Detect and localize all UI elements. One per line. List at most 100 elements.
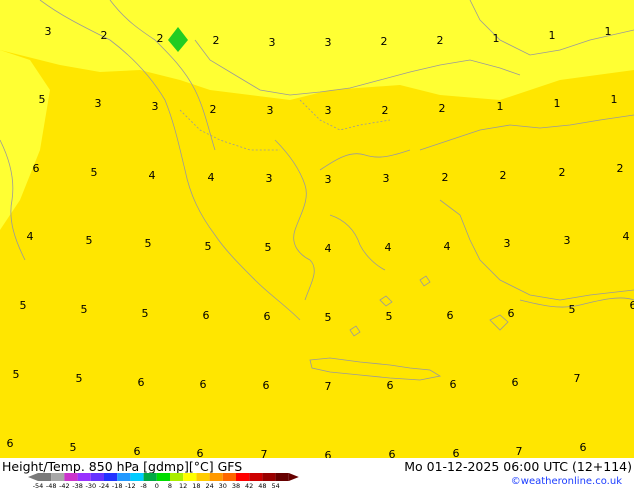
legend-tick-label: 18 xyxy=(192,482,200,490)
value-label: 6 xyxy=(134,445,141,458)
value-label: 6 xyxy=(7,437,14,450)
map-footer: Height/Temp. 850 hPa [gdmp][°C] GFS Mo 0… xyxy=(0,458,634,490)
value-label: 4 xyxy=(623,230,630,243)
legend-tick-label: -30 xyxy=(85,482,96,490)
value-label: 4 xyxy=(444,240,451,253)
value-label: 6 xyxy=(387,379,394,392)
legend-swatch xyxy=(249,473,263,481)
value-label: 1 xyxy=(493,32,500,45)
legend-tick-label: 38 xyxy=(232,482,240,490)
value-label: 3 xyxy=(504,237,511,250)
value-label: 6 xyxy=(263,379,270,392)
value-label: 7 xyxy=(516,445,523,458)
value-label: 2 xyxy=(157,32,164,45)
value-label: 5 xyxy=(205,240,212,253)
map-datetime: Mo 01-12-2025 06:00 UTC (12+114) xyxy=(404,459,632,474)
legend-swatch xyxy=(275,473,289,481)
legend-swatch xyxy=(183,473,197,481)
legend-swatch xyxy=(77,473,91,481)
value-label: 5 xyxy=(325,311,332,324)
legend-tick-label: 24 xyxy=(205,482,213,490)
legend-swatch xyxy=(170,473,184,481)
legend-tick-label: 0 xyxy=(155,482,159,490)
value-label: 6 xyxy=(325,449,332,458)
legend-arrow-left xyxy=(28,473,38,481)
legend-swatch xyxy=(143,473,157,481)
value-label: 3 xyxy=(325,36,332,49)
legend-tick-label: -18 xyxy=(112,482,123,490)
legend-swatch xyxy=(90,473,104,481)
value-label: 3 xyxy=(383,172,390,185)
value-label: 2 xyxy=(213,34,220,47)
legend-swatch xyxy=(117,473,131,481)
legend-swatch xyxy=(209,473,223,481)
value-label: 1 xyxy=(497,100,504,113)
value-label: 6 xyxy=(508,307,515,320)
legend-swatch xyxy=(262,473,276,481)
legend-swatch xyxy=(38,473,52,481)
credit-link[interactable]: ©weatheronline.co.uk xyxy=(511,476,622,487)
value-label: 2 xyxy=(382,104,389,117)
value-label: 3 xyxy=(269,36,276,49)
value-label: 3 xyxy=(267,104,274,117)
value-label: 1 xyxy=(554,97,561,110)
value-label: 4 xyxy=(208,171,215,184)
value-label: 6 xyxy=(33,162,40,175)
value-label: 2 xyxy=(559,166,566,179)
value-label: 7 xyxy=(325,380,332,393)
legend-tick-label: -12 xyxy=(125,482,136,490)
value-label: 3 xyxy=(325,173,332,186)
value-label: 1 xyxy=(611,93,618,106)
value-label: 5 xyxy=(81,303,88,316)
value-label: 3 xyxy=(266,172,273,185)
value-label: 4 xyxy=(325,242,332,255)
value-label: 4 xyxy=(149,169,156,182)
legend-tick-label: 48 xyxy=(258,482,266,490)
value-label: 1 xyxy=(549,29,556,42)
legend-tick-label: -8 xyxy=(140,482,146,490)
value-label: 7 xyxy=(574,372,581,385)
value-label: 1 xyxy=(605,25,612,38)
value-label: 5 xyxy=(145,237,152,250)
value-label: 2 xyxy=(442,171,449,184)
legend-swatch xyxy=(196,473,210,481)
legend-swatch xyxy=(130,473,144,481)
value-label: 6 xyxy=(197,447,204,458)
value-label: 5 xyxy=(86,234,93,247)
legend-tick-label: -42 xyxy=(59,482,70,490)
map-canvas: 3 2 2 2 3 3 2 2 1 1 1 5 3 3 2 3 3 2 2 1 1 1 6 5 4 4 3 3 3 2 2 2 2 4 5 5 5 5 4 4… xyxy=(0,0,634,458)
legend-swatch xyxy=(222,473,236,481)
legend-tick-label: -48 xyxy=(46,482,57,490)
value-label: 6 xyxy=(453,447,460,458)
value-label: 5 xyxy=(91,166,98,179)
legend-tick-label: -24 xyxy=(99,482,110,490)
weather-map: 3 2 2 2 3 3 2 2 1 1 1 5 3 3 2 3 3 2 2 1 1 1 6 5 4 4 3 3 3 2 2 2 2 4 5 5 5 5 4 4… xyxy=(0,0,634,458)
value-label: 5 xyxy=(13,368,20,381)
legend-swatch xyxy=(156,473,170,481)
legend-tick-label: -38 xyxy=(72,482,83,490)
color-legend: -54 -48 -42 -38 -30 -24 -18 -12 -8 0 8 12 18 24 30 38 42… xyxy=(28,473,299,490)
legend-arrow-right xyxy=(288,473,299,481)
value-label: 6 xyxy=(389,448,396,458)
legend-tick-label: 30 xyxy=(219,482,227,490)
value-label: 2 xyxy=(101,29,108,42)
legend-tick-label: 42 xyxy=(245,482,253,490)
value-label: 4 xyxy=(27,230,34,243)
value-label: 6 xyxy=(512,376,519,389)
value-label: 6 xyxy=(447,309,454,322)
legend-swatch xyxy=(236,473,250,481)
value-label: 6 xyxy=(450,378,457,391)
value-label: 7 xyxy=(261,448,268,458)
value-label: 5 xyxy=(265,241,272,254)
value-label: 2 xyxy=(617,162,624,175)
value-label: 5 xyxy=(142,307,149,320)
value-label: 4 xyxy=(385,241,392,254)
value-label: 3 xyxy=(152,100,159,113)
value-label: 6 xyxy=(203,309,210,322)
value-label: 6 xyxy=(200,378,207,391)
value-label: 2 xyxy=(500,169,507,182)
value-label: 5 xyxy=(569,303,576,316)
value-label: 5 xyxy=(386,310,393,323)
legend-swatch xyxy=(64,473,78,481)
value-label: 2 xyxy=(210,103,217,116)
